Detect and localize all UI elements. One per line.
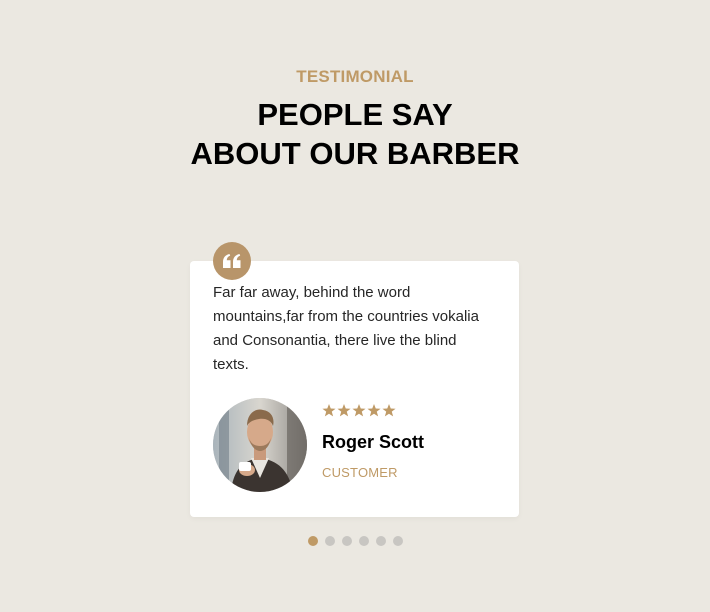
star-icon xyxy=(382,404,396,417)
carousel-dot[interactable] xyxy=(325,536,335,546)
section-eyebrow: TESTIMONIAL xyxy=(296,67,414,86)
testimonial-card: Far far away, behind the word mountains,… xyxy=(190,242,519,517)
star-icon xyxy=(322,404,336,417)
carousel-dot[interactable] xyxy=(376,536,386,546)
carousel-dot[interactable] xyxy=(393,536,403,546)
carousel-dot[interactable] xyxy=(359,536,369,546)
author-role: CUSTOMER xyxy=(322,465,398,480)
star-icon xyxy=(367,404,381,417)
star-icon xyxy=(352,404,366,417)
quote-left-icon xyxy=(223,254,241,268)
carousel-dot[interactable] xyxy=(308,536,318,546)
section-heading: PEOPLE SAY ABOUT OUR BARBER xyxy=(0,95,710,173)
carousel-dot[interactable] xyxy=(342,536,352,546)
heading-line-2: ABOUT OUR BARBER xyxy=(190,136,520,171)
customer-avatar xyxy=(213,398,307,492)
customer-photo xyxy=(213,398,307,492)
rating-stars xyxy=(322,404,396,417)
heading-line-1: PEOPLE SAY xyxy=(257,97,453,132)
author-name: Roger Scott xyxy=(322,432,425,452)
carousel-dots xyxy=(308,536,403,546)
quote-badge xyxy=(213,242,251,280)
testimonial-text: Far far away, behind the word mountains,… xyxy=(213,284,479,373)
star-icon xyxy=(337,404,351,417)
